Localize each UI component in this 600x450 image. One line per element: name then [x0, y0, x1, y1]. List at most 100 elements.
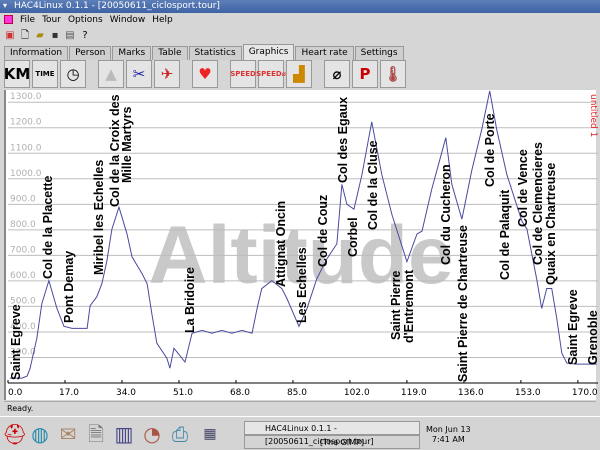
x-tick-label: 170.0 — [572, 388, 598, 398]
y-tick-label: 800.0 — [10, 220, 36, 230]
km-icon: KM — [4, 65, 31, 83]
tab-heart-rate[interactable]: Heart rate — [295, 46, 353, 60]
menu-window[interactable]: Window — [110, 13, 146, 27]
window-menu-icon[interactable]: ▾ — [3, 2, 11, 10]
clock-time: 7:41 AM — [426, 435, 471, 445]
cadence-button[interactable]: ▟ — [286, 60, 312, 88]
waypoint-label: Col de Palaquit — [498, 189, 512, 280]
altitude-button[interactable]: ▲ — [98, 60, 124, 88]
writer-icon[interactable]: 🗎 — [84, 421, 108, 447]
presentation-icon[interactable]: ▥ — [112, 421, 136, 447]
tab-person[interactable]: Person — [69, 46, 111, 60]
heart-button[interactable]: ♥ — [192, 60, 218, 88]
spreadsheet-icon[interactable]: ◔ — [140, 421, 164, 447]
y-tick-label: 1100.0 — [10, 143, 42, 153]
time-icon: TIME — [35, 70, 54, 78]
tab-statistics[interactable]: Statistics — [189, 46, 242, 60]
waypoint-label: Saint Egreve — [566, 289, 580, 365]
x-tick-label: 0.0 — [8, 388, 23, 398]
waypoint-label: Corbel — [346, 217, 360, 257]
task-hac4linux[interactable]: HAC4Linux 0.1.1 - [20050611_ciclosport.t… — [244, 421, 420, 435]
import-icon[interactable]: ▣ — [4, 30, 16, 42]
clock-date: Mon Jun 13 — [426, 425, 471, 435]
tab-table[interactable]: Table — [152, 46, 187, 60]
waypoint-label: Mille Martyrs — [120, 107, 134, 183]
graph-toolbar: KM TIME ◷ ▲ ✂ ✈ ♥ SPEEDSPEED⌀ ▟ ⌀ P 🌡 — [4, 60, 406, 90]
km-button[interactable]: KM — [4, 60, 30, 88]
heart-icon: ♥ — [198, 65, 211, 83]
waypoint-label: Col de Vence — [516, 149, 530, 227]
redhat-menu-icon[interactable]: ⛑ — [2, 421, 26, 447]
menu-help[interactable]: Help — [152, 13, 173, 27]
time-button[interactable]: TIME — [32, 60, 58, 88]
y-tick-label: 900.0 — [10, 194, 36, 204]
browser-icon[interactable]: ◍ — [28, 421, 52, 447]
separator — [182, 60, 190, 90]
workspace-switcher-icon[interactable]: ▦ — [198, 421, 222, 447]
x-tick-label: 136.0 — [458, 388, 484, 398]
altitude-icon: ▲ — [105, 65, 117, 83]
waypoint-label: Pont Demay — [62, 251, 76, 323]
tab-marks[interactable]: Marks — [112, 46, 151, 60]
separator — [220, 60, 228, 90]
waypoint-label: Saint Pierre de Chartreuse — [456, 225, 470, 382]
power-icon: P — [360, 65, 371, 83]
y-tick-label: 1200.0 — [10, 118, 42, 128]
avg-speed-button[interactable]: SPEED⌀ — [258, 60, 284, 88]
menu-file[interactable]: File — [20, 13, 35, 27]
power-button[interactable]: P — [352, 60, 378, 88]
mail-icon[interactable]: ✉ — [56, 421, 80, 447]
x-tick-label: 51.0 — [173, 388, 193, 398]
new-file-icon[interactable]: 🗋 — [19, 30, 31, 42]
task-gimp[interactable]: [The GIMP] — [244, 435, 420, 449]
speed-icon: SPEED — [230, 70, 256, 78]
x-tick-label: 85.0 — [287, 388, 307, 398]
waypoint-label: Col des Egaux — [336, 97, 350, 183]
altitude-chart-svg: Altitude300.0400.0500.0600.0700.0800.090… — [6, 90, 598, 400]
waypoint-label: Miribel les Echelles — [92, 160, 106, 275]
y-tick-label: 700.0 — [10, 245, 36, 255]
help-icon[interactable]: ? — [79, 30, 91, 42]
waypoint-label: Col du Cucheron — [439, 164, 453, 265]
cadence-icon: ▟ — [293, 65, 305, 83]
waypoint-label: Col de la Placette — [41, 175, 55, 279]
tab-settings[interactable]: Settings — [355, 46, 404, 60]
climb-button[interactable]: ✈ — [154, 60, 180, 88]
y-tick-label: 600.0 — [10, 271, 36, 281]
tab-information[interactable]: Information — [4, 46, 68, 60]
clock-button[interactable]: ◷ — [60, 60, 86, 88]
altitude-chart: Altitude300.0400.0500.0600.0700.0800.090… — [4, 90, 596, 400]
menu-tour[interactable]: Tour — [42, 13, 61, 27]
temperature-button[interactable]: 🌡 — [380, 60, 406, 88]
waypoint-label: Col de Clemencieres — [531, 142, 545, 265]
waypoint-label: Col de la Cluse — [366, 140, 380, 230]
avg-speed-icon: SPEED⌀ — [256, 70, 286, 78]
tab-graphics[interactable]: Graphics — [243, 44, 295, 60]
temperature-icon: 🌡 — [383, 65, 402, 83]
separator — [314, 60, 322, 90]
waypoint-label: Col de Couz — [316, 195, 330, 267]
series-label: untitled 1 — [588, 94, 598, 137]
x-tick-label: 102.0 — [344, 388, 370, 398]
waypoint-label: Col de Porte — [483, 113, 497, 187]
clock[interactable]: Mon Jun 13 7:41 AM — [426, 425, 471, 445]
print-icon[interactable]: ▤ — [64, 30, 76, 42]
speed-button[interactable]: SPEED — [230, 60, 256, 88]
climb-icon: ✈ — [161, 65, 174, 83]
app-icon — [4, 15, 13, 24]
average-button[interactable]: ⌀ — [324, 60, 350, 88]
printer-icon[interactable]: ⎙ — [168, 421, 192, 447]
menu-bar: File Tour Options Window Help — [0, 13, 600, 27]
save-icon[interactable]: ▪ — [49, 30, 61, 42]
x-tick-label: 119.0 — [401, 388, 427, 398]
waypoint-label: Saint Pierre — [389, 270, 403, 340]
menu-options[interactable]: Options — [68, 13, 103, 27]
tab-bar: Information Person Marks Table Statistic… — [4, 46, 405, 60]
x-tick-label: 68.0 — [230, 388, 250, 398]
x-tick-label: 17.0 — [59, 388, 79, 398]
x-tick-label: 153.0 — [515, 388, 541, 398]
open-folder-icon[interactable]: ▰ — [34, 30, 46, 42]
cyclist-button[interactable]: ✂ — [126, 60, 152, 88]
taskbar: ⛑ ◍ ✉ 🗎 ▥ ◔ ⎙ ▦ HAC4Linux 0.1.1 - [20050… — [0, 416, 600, 450]
x-tick-label: 34.0 — [116, 388, 136, 398]
